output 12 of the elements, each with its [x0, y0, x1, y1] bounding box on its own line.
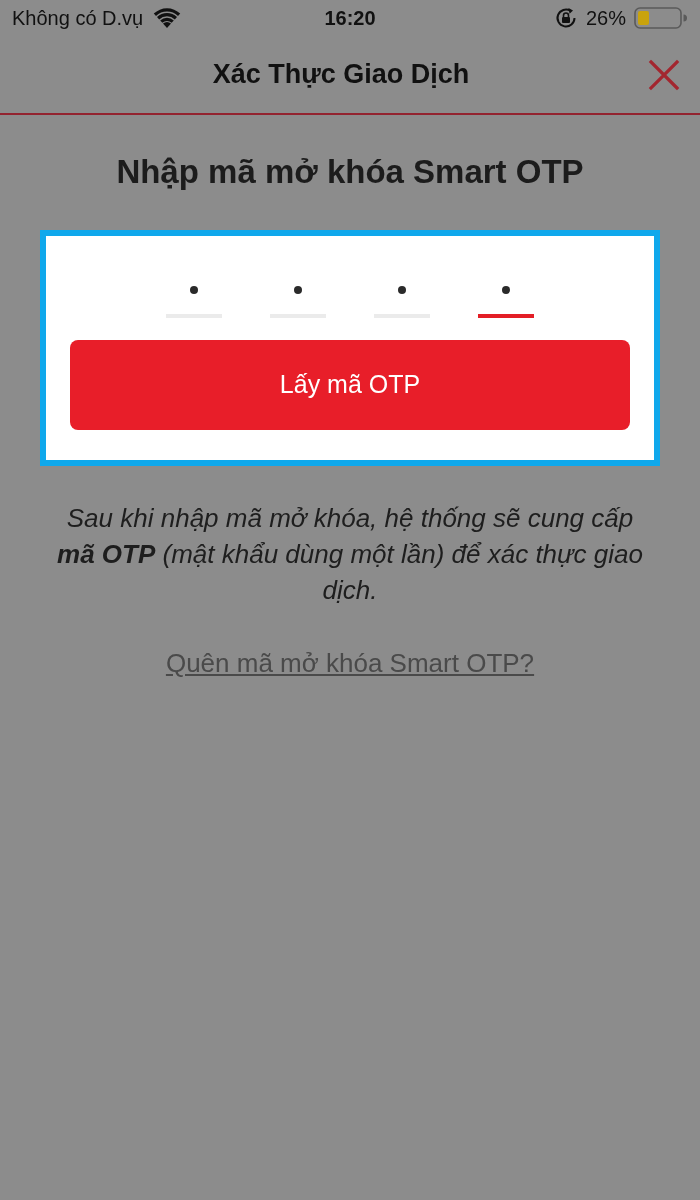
description-text: Sau khi nhập mã mở khóa, hệ thống sẽ cung cấp mã OTP (mật khẩu dùng một lần) để xác thực giao dịch. — [56, 502, 644, 607]
battery-percent: 26% — [585, 6, 626, 31]
page-heading: Nhập mã mở khóa Smart OTP — [115, 153, 585, 191]
get-otp-button[interactable]: Lấy mã OTP — [70, 340, 630, 430]
close-icon — [648, 58, 680, 91]
battery-icon — [634, 7, 688, 29]
window-title: Xác Thực Giao Dịch — [212, 58, 471, 92]
carrier-text: Không có D.vụ — [12, 6, 144, 31]
status-time: 16:20 — [324, 6, 376, 31]
rotation-lock-icon — [553, 6, 578, 30]
forgot-code-link[interactable]: Quên mã mở khóa Smart OTP? — [165, 645, 535, 681]
wifi-icon — [153, 8, 182, 28]
